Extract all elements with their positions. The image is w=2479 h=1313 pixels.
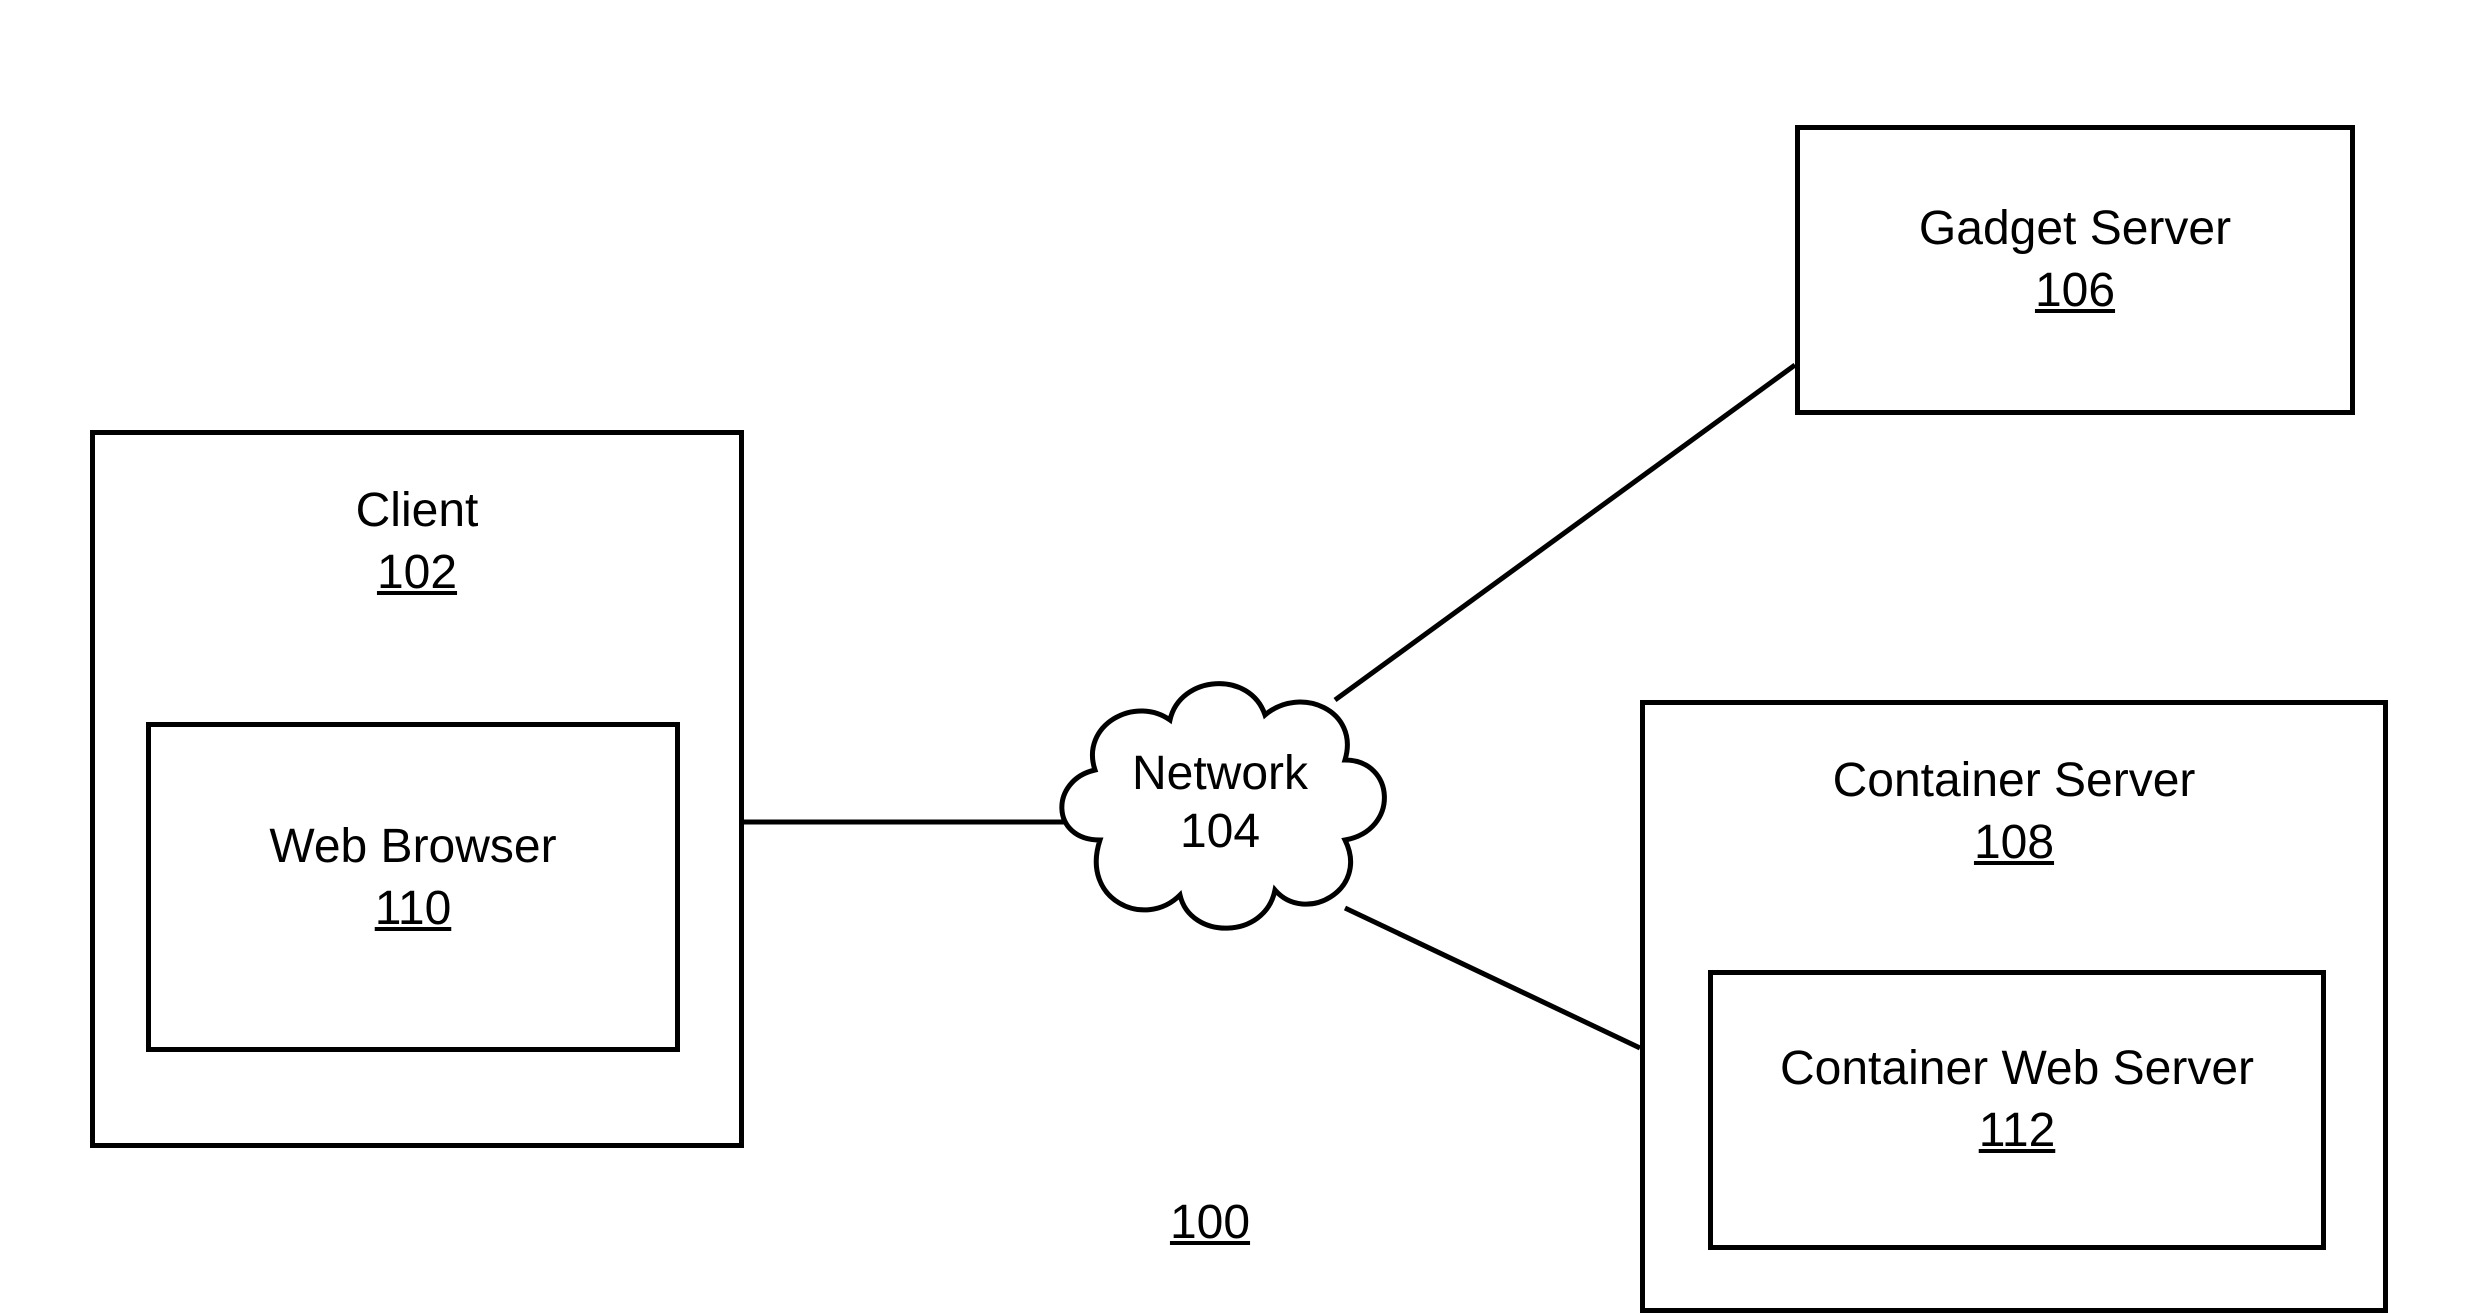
container-web-server-label: Container Web Server 112: [1708, 1040, 2326, 1159]
container-server-label: Container Server 108: [1640, 752, 2388, 871]
network-label: Network 104: [1070, 745, 1370, 860]
figure-ref: 100: [1150, 1190, 1270, 1252]
figure-ref-number: 100: [1150, 1194, 1270, 1252]
network-ref: 104: [1180, 805, 1260, 858]
diagram-canvas: Client 102 Web Browser 110 Network 104 G…: [0, 0, 2479, 1313]
container-server-ref: 108: [1640, 814, 2388, 872]
gadget-server-label: Gadget Server 106: [1795, 200, 2355, 319]
gadget-server-title: Gadget Server: [1919, 202, 2231, 255]
client-ref: 102: [90, 544, 744, 602]
container-server-title: Container Server: [1833, 754, 2196, 807]
web-browser-title: Web Browser: [269, 820, 556, 873]
client-label: Client 102: [90, 482, 744, 601]
network-title: Network: [1132, 747, 1308, 800]
container-web-server-ref: 112: [1708, 1102, 2326, 1160]
web-browser-ref: 110: [146, 880, 680, 938]
gadget-server-ref: 106: [1795, 262, 2355, 320]
web-browser-label: Web Browser 110: [146, 818, 680, 937]
container-web-server-title: Container Web Server: [1780, 1042, 2254, 1095]
client-title: Client: [356, 484, 479, 537]
